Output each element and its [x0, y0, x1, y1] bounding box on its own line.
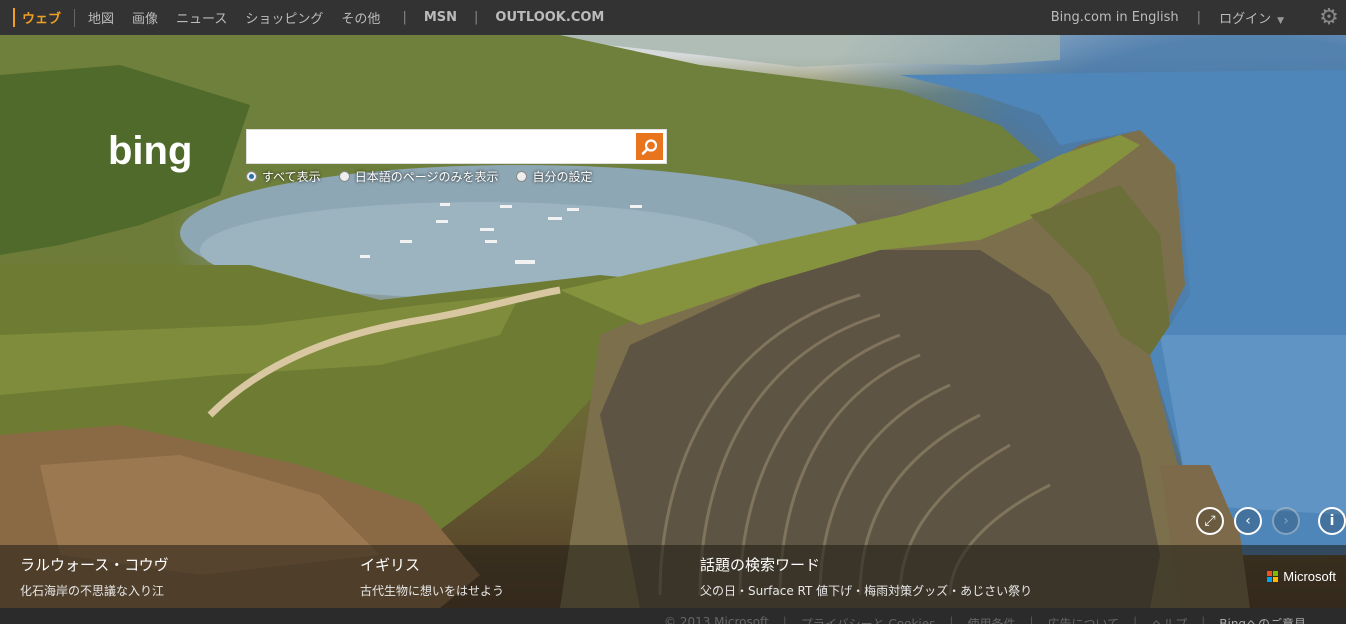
radio-all-label: すべて表示 — [262, 170, 321, 184]
bing-logo[interactable]: bing — [108, 126, 238, 176]
hotspot-subtitle: 父の日・Surface RT 値下げ・梅雨対策グッズ・あじさい祭り — [700, 584, 1033, 598]
footer-help-link[interactable]: ヘルプ — [1137, 615, 1201, 624]
footer-terms-link[interactable]: 使用条件 — [953, 615, 1029, 624]
radio-button-selected[interactable] — [246, 171, 257, 182]
nav-divider — [74, 8, 76, 27]
gear-icon[interactable]: ⚙ — [1318, 6, 1340, 29]
previous-image-button[interactable]: ‹ — [1234, 507, 1262, 535]
footer: © 2013 Microsoft | プライバシーと Cookies | 使用条… — [0, 608, 1346, 624]
nav-separator: | — [474, 10, 479, 25]
account-separator: | — [1196, 10, 1202, 25]
top-navigation-bar: ウェブ 地図 画像 ニュース ショッピング その他 | MSN | OUTLOO… — [0, 0, 1346, 35]
search-box — [246, 129, 667, 164]
chevron-left-icon: ‹ — [1245, 513, 1251, 529]
hotspot-subtitle: 化石海岸の不思議な入り江 — [20, 584, 165, 598]
hotspot-country[interactable]: イギリス 古代生物に想いをはせよう — [360, 554, 504, 599]
hotspot-title: ラルウォース・コウヴ — [20, 556, 169, 574]
radio-japanese-only[interactable]: 日本語のページのみを表示 — [338, 168, 499, 185]
info-icon: i — [1329, 513, 1335, 529]
radio-my-settings[interactable]: 自分の設定 — [516, 168, 592, 185]
microsoft-logo-text: Microsoft — [1283, 569, 1336, 584]
bing-logo-text: bing — [108, 129, 192, 173]
microsoft-logo[interactable]: Microsoft — [1267, 569, 1336, 584]
hotspot-strip: ラルウォース・コウヴ 化石海岸の不思議な入り江 イギリス 古代生物に想いをはせよ… — [0, 545, 1346, 608]
vertical-nav: ウェブ 地図 画像 ニュース ショッピング その他 | MSN | OUTLOO… — [13, 0, 608, 35]
login-label: ログイン — [1219, 12, 1272, 27]
radio-japanese-label: 日本語のページのみを表示 — [354, 170, 499, 184]
radio-button[interactable] — [338, 171, 350, 182]
nav-separator: | — [402, 10, 407, 25]
nav-web[interactable]: ウェブ — [13, 8, 70, 27]
english-link[interactable]: Bing.com in English — [1051, 10, 1179, 25]
hero-background: bing すべて表示 日本語のページのみを表示 自分の設定 ⤢ ‹ › i — [0, 35, 1346, 608]
hotspot-subtitle: 古代生物に想いをはせよう — [360, 584, 505, 598]
radio-button[interactable] — [516, 171, 528, 182]
footer-copyright: © 2013 Microsoft — [664, 615, 769, 624]
expand-icon: ⤢ — [1204, 513, 1216, 529]
search-input[interactable] — [251, 132, 631, 161]
microsoft-logo-icon — [1267, 571, 1279, 582]
fullscreen-button[interactable]: ⤢ — [1196, 507, 1224, 535]
chevron-right-icon: › — [1283, 513, 1289, 529]
search-icon — [641, 138, 657, 155]
account-area: Bing.com in English | ログイン ▼ ⚙ — [1051, 0, 1346, 35]
next-image-button[interactable]: › — [1272, 507, 1300, 535]
outlook-link[interactable]: OUTLOOK.COM — [491, 10, 608, 25]
hotspot-title: 話題の検索ワード — [700, 556, 821, 574]
login-link[interactable]: ログイン ▼ — [1219, 8, 1284, 27]
landscape-illustration — [0, 35, 1346, 608]
nav-news[interactable]: ニュース — [167, 8, 236, 27]
nav-images[interactable]: 画像 — [123, 8, 167, 27]
search-scope-options: すべて表示 日本語のページのみを表示 自分の設定 — [246, 168, 610, 185]
info-button[interactable]: i — [1318, 507, 1346, 535]
radio-settings-label: 自分の設定 — [532, 170, 593, 184]
nav-maps[interactable]: 地図 — [79, 8, 123, 27]
msn-link[interactable]: MSN — [420, 10, 461, 25]
bing-logo-svg: bing — [108, 129, 192, 173]
hotspot-location[interactable]: ラルウォース・コウヴ 化石海岸の不思議な入り江 — [20, 554, 169, 599]
chevron-down-icon: ▼ — [1277, 16, 1284, 26]
hotspot-title: イギリス — [360, 556, 421, 574]
footer-ads-link[interactable]: 広告について — [1034, 615, 1134, 624]
radio-all[interactable]: すべて表示 — [246, 168, 321, 185]
footer-links: © 2013 Microsoft | プライバシーと Cookies | 使用条… — [650, 615, 1320, 624]
footer-privacy-link[interactable]: プライバシーと Cookies — [787, 615, 950, 624]
hotspot-trending[interactable]: 話題の検索ワード 父の日・Surface RT 値下げ・梅雨対策グッズ・あじさい… — [700, 554, 1032, 599]
nav-more[interactable]: その他 — [332, 8, 389, 27]
footer-feedback-link[interactable]: Bingへのご意見 — [1205, 615, 1320, 624]
nav-shopping[interactable]: ショッピング — [236, 8, 332, 27]
search-button[interactable] — [636, 133, 663, 160]
